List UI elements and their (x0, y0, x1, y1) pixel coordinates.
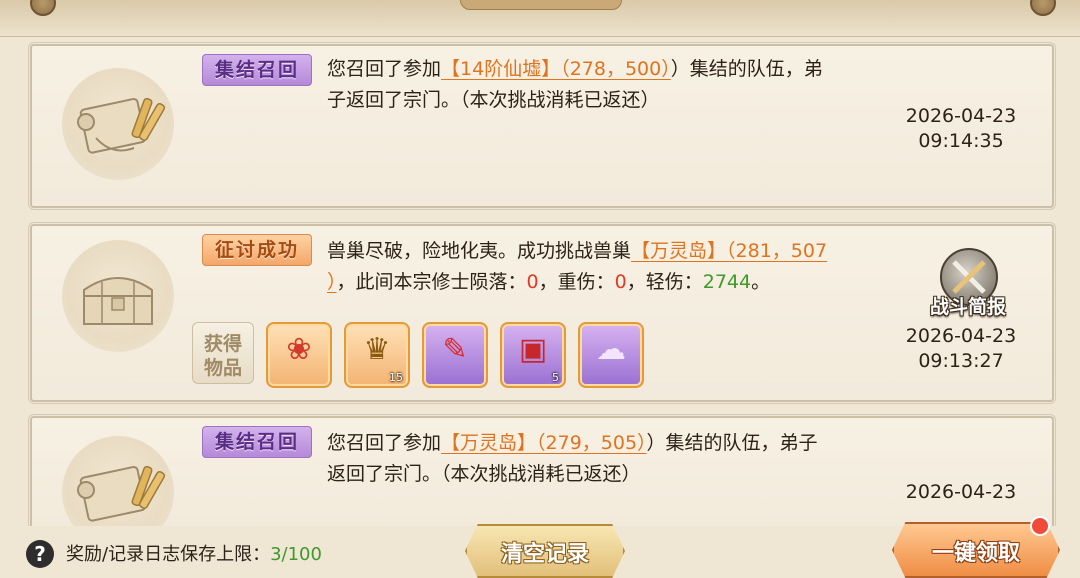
scroll-thumbnail-icon (62, 436, 174, 528)
status-tag-victory: 征讨成功 (202, 234, 312, 266)
claim-all-label: 一键领取 (931, 541, 1020, 566)
frame-ornament (30, 0, 56, 16)
frame-tab (460, 0, 622, 10)
status-tag-recall: 集结召回 (202, 426, 312, 458)
entry-message: 兽巢尽破，险地化夷。成功挑战兽巢【万灵岛】（281，507 ），此间本宗修士陨落… (327, 236, 927, 298)
timestamp-date: 2026-04-23 (905, 105, 1017, 127)
golden-tiger-icon: ♛ (363, 332, 391, 367)
reward-item-tiger[interactable]: ♛ 15 (344, 322, 410, 388)
timestamp: 2026-04-23 09:14:35 (896, 104, 1026, 154)
location-link[interactable]: 【万灵岛】（279，505） (441, 432, 647, 454)
frame-ornament (1030, 0, 1056, 16)
reward-item-spirit[interactable]: ☁ (578, 322, 644, 388)
reward-item-lion[interactable]: ❀ (266, 322, 332, 388)
lion-dance-icon: ❀ (286, 332, 312, 367)
message-text: 兽巢尽破，险地化夷。成功挑战兽巢 (327, 240, 632, 262)
rewards-label-line1: 获得 (203, 333, 242, 355)
log-limit-value: 3/100 (270, 544, 322, 565)
battle-report-label: 战斗简报 (929, 296, 1006, 318)
log-limit-label: 奖励/记录日志保存上限： (66, 544, 271, 565)
reward-item-scroll[interactable]: ✎ (422, 322, 488, 388)
casualty-dead-count: 0 (526, 271, 539, 293)
message-text: ，此间本宗修士陨落： (336, 271, 527, 293)
message-text: 您召回了参加 (327, 58, 442, 80)
log-entry: 征讨成功 兽巢尽破，险地化夷。成功挑战兽巢【万灵岛】（281，507 ），此间本… (30, 224, 1054, 402)
log-limit-text: 奖励/记录日志保存上限：3/100 (66, 540, 322, 566)
timestamp-time: 09:14:35 (918, 130, 1004, 152)
message-text: ，重伤： (538, 271, 615, 293)
casualty-light-count: 2744 (702, 271, 752, 293)
message-text: ）集结的队伍，弟 (670, 58, 823, 80)
message-text: 您召回了参加 (327, 432, 442, 454)
timestamp-date: 2026-04-23 (905, 325, 1017, 347)
scroll-thumbnail-icon (62, 68, 174, 180)
casualty-severe-count: 0 (614, 271, 627, 293)
clear-records-button[interactable]: 清空记录 (465, 524, 625, 578)
item-quantity: 15 (389, 371, 403, 384)
timestamp-time: 09:13:27 (918, 350, 1004, 372)
clear-records-label: 清空记录 (500, 542, 589, 567)
reward-item-chest[interactable]: ▣ 5 (500, 322, 566, 388)
entry-message: 您召回了参加【万灵岛】（279，505））集结的队伍，弟子 返回了宗门。（本次挑… (327, 428, 927, 490)
panel-top-frame (0, 0, 1080, 37)
message-text: ，轻伤： (626, 271, 703, 293)
location-link[interactable]: 【14阶仙墟】（278，500） (441, 58, 671, 80)
timestamp: 2026-04-23 09:13:27 (896, 324, 1026, 374)
treasure-chest-icon: ▣ (518, 332, 548, 367)
timestamp-date: 2026-04-23 (905, 481, 1017, 503)
notification-dot (1030, 516, 1050, 536)
location-link-end[interactable]: ） (327, 271, 337, 293)
battle-report-button[interactable]: 战斗简报 (922, 248, 1014, 320)
chest-thumbnail-icon (62, 240, 174, 352)
location-link[interactable]: 【万灵岛】（281，507 (631, 240, 827, 262)
entry-message: 您召回了参加【14阶仙墟】（278，500））集结的队伍，弟 子返回了宗门。（本… (327, 54, 927, 116)
message-text: 。 (751, 271, 771, 293)
message-text: ）集结的队伍，弟子 (646, 432, 818, 454)
message-text: 子返回了宗门。（本次挑战消耗已返还） (327, 89, 660, 111)
timestamp: 2026-04-23 (896, 480, 1026, 505)
message-text: 返回了宗门。（本次挑战消耗已返还） (327, 463, 641, 485)
item-quantity: 5 (552, 371, 559, 384)
log-entry: 集结召回 您召回了参加【14阶仙墟】（278，500））集结的队伍，弟 子返回了… (30, 44, 1054, 208)
rewards-label: 获得 物品 (192, 322, 254, 384)
help-icon[interactable]: ? (26, 540, 54, 568)
log-entry: 集结召回 您召回了参加【万灵岛】（279，505））集结的队伍，弟子 返回了宗门… (30, 416, 1054, 530)
rewards-label-line2: 物品 (203, 357, 242, 379)
scroll-icon: ✎ (442, 332, 468, 367)
status-tag-recall: 集结召回 (202, 54, 312, 86)
spirit-cloud-icon: ☁ (596, 332, 626, 367)
